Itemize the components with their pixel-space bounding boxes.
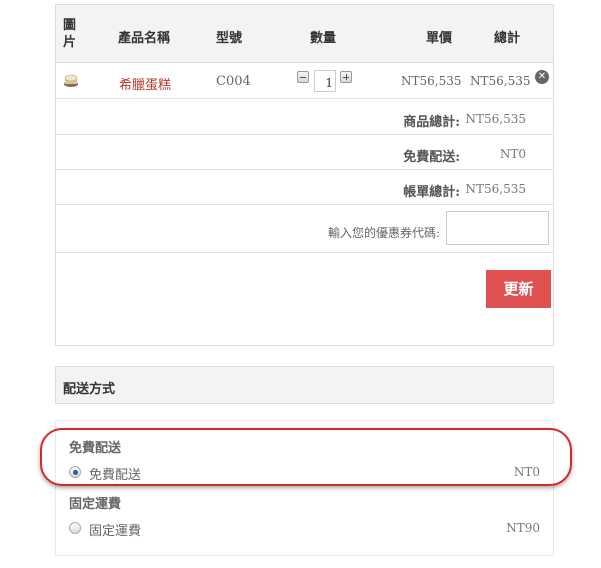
quantity-input[interactable]: 1	[314, 70, 336, 92]
shipping-method-header: 配送方式	[55, 366, 554, 404]
coupon-input[interactable]	[446, 211, 549, 245]
quantity-decrease-button[interactable]	[297, 71, 309, 83]
flat-rate-price: NT90	[506, 521, 540, 535]
remove-icon[interactable]: ✕	[535, 70, 549, 84]
update-button[interactable]: 更新	[486, 270, 551, 308]
header-unit-price: 單價	[426, 31, 453, 46]
header-name: 產品名稱	[118, 31, 171, 46]
product-name-link[interactable]: 希臘蛋糕	[119, 74, 171, 93]
shipping-fee-label: 免費配送:	[403, 150, 460, 165]
grand-total-value: NT56,535	[465, 182, 527, 196]
row-divider	[56, 204, 553, 205]
shipping-fee-value: NT0	[499, 147, 526, 161]
subtotal-label: 商品總計:	[403, 115, 460, 130]
quantity-increase-button[interactable]	[340, 71, 352, 83]
header-total: 總計	[494, 31, 521, 46]
shipping-group-title: 固定運費	[69, 497, 122, 512]
subtotal-value: NT56,535	[465, 112, 527, 126]
row-divider	[56, 134, 553, 135]
header-quantity: 數量	[310, 31, 337, 46]
flat-rate-option-label[interactable]: 固定運費	[89, 520, 141, 539]
highlight-annotation	[40, 428, 572, 486]
header-image: 圖 片	[63, 18, 77, 50]
cake-icon[interactable]	[63, 72, 79, 88]
row-divider	[56, 169, 553, 170]
unit-price: NT56,535	[401, 74, 462, 88]
product-model: C004	[216, 74, 251, 89]
shipping-method-title: 配送方式	[63, 382, 116, 397]
row-divider	[56, 98, 553, 99]
flat-rate-radio[interactable]	[69, 522, 81, 534]
header-model: 型號	[216, 31, 243, 46]
cart-header: 圖 片 產品名稱 型號 數量 單價 總計	[56, 5, 553, 63]
cart-table: 圖 片 產品名稱 型號 數量 單價 總計 希臘蛋糕 C004 1 NT56,53…	[55, 4, 554, 346]
grand-total-label: 帳單總計:	[403, 185, 460, 200]
row-divider	[56, 252, 553, 253]
coupon-label: 輸入您的優惠券代碼:	[327, 226, 440, 240]
line-total: NT56,535	[470, 74, 531, 88]
